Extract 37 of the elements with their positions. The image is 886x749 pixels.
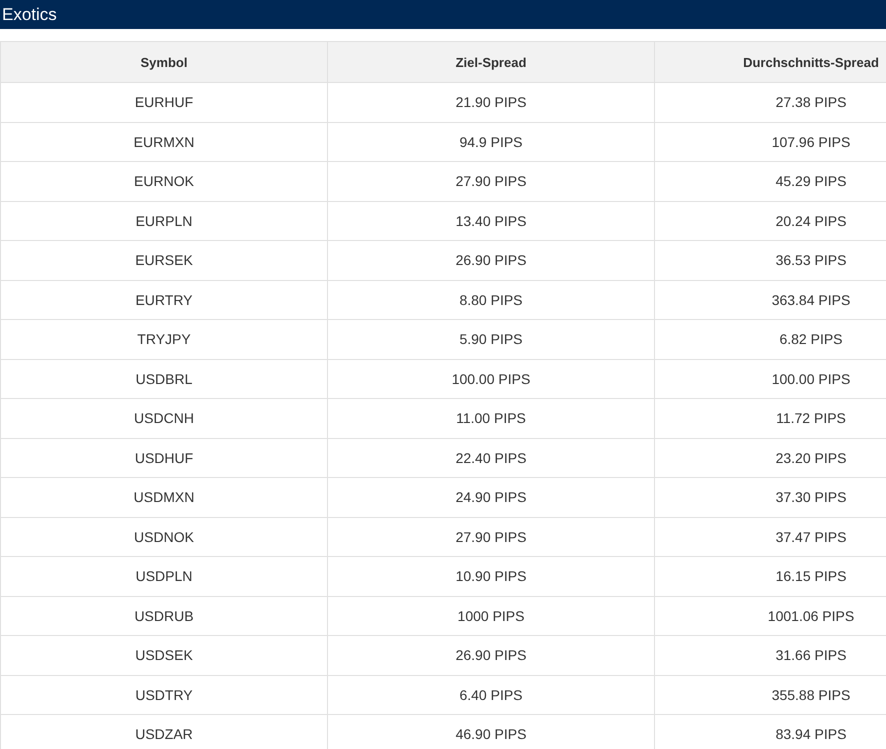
table-cell: 26.90 PIPS <box>328 240 654 280</box>
table-cell: 8.80 PIPS <box>328 280 654 320</box>
table-cell: USDRUB <box>0 596 328 636</box>
column-header: Ziel-Spread <box>328 42 654 82</box>
column-header: Durchschnitts-Spread <box>654 42 886 82</box>
table-cell: 100.00 PIPS <box>328 359 654 398</box>
table-cell: USDMXN <box>0 478 328 517</box>
table-cell: TRYJPY <box>0 320 328 359</box>
table-cell: EURSEK <box>0 240 328 280</box>
table-cell: 94.9 PIPS <box>328 122 654 162</box>
table-cell: EURHUF <box>0 82 328 122</box>
table-cell: 13.40 PIPS <box>328 201 654 240</box>
table-cell: USDBRL <box>0 359 328 398</box>
table-cell: 27.90 PIPS <box>328 162 654 201</box>
table-cell: 5.90 PIPS <box>328 320 654 359</box>
table-cell: EURNOK <box>0 162 328 201</box>
table-cell: 22.40 PIPS <box>328 438 654 478</box>
table-cell: 6.40 PIPS <box>328 675 654 714</box>
table-cell: USDPLN <box>0 556 328 596</box>
table-cell: 21.90 PIPS <box>328 82 654 122</box>
table-cell: 26.90 PIPS <box>328 636 654 675</box>
table-cell: 1000 PIPS <box>328 596 654 636</box>
table-cell: 11.00 PIPS <box>328 398 654 438</box>
table-cell: USDCNH <box>0 398 328 438</box>
column-header: Symbol <box>0 42 328 82</box>
table-cell: 10.90 PIPS <box>328 556 654 596</box>
section-title: Exotics <box>2 4 57 24</box>
table-cell: 24.90 PIPS <box>328 478 654 517</box>
table-cell: USDZAR <box>0 714 328 749</box>
table-cell: EURTRY <box>0 280 328 320</box>
table-cell: 27.90 PIPS <box>328 517 654 556</box>
table-cell: EURMXN <box>0 122 328 162</box>
table-cell: EURPLN <box>0 201 328 240</box>
table-cell: USDHUF <box>0 438 328 478</box>
table-cell: USDSEK <box>0 636 328 675</box>
table-cell: USDNOK <box>0 517 328 556</box>
table-cell: USDTRY <box>0 675 328 714</box>
